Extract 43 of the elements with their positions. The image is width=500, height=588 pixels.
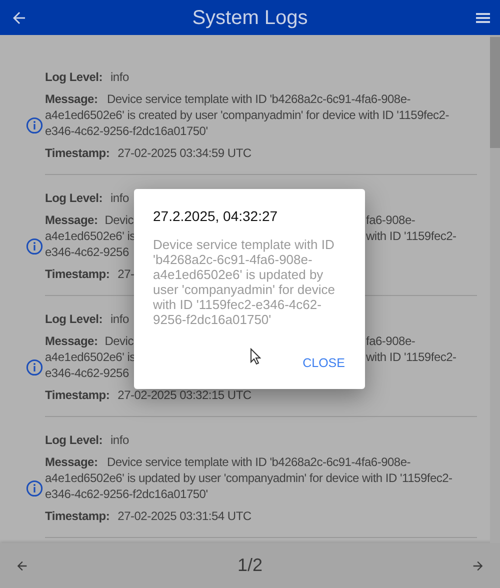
cursor-icon — [250, 348, 261, 365]
log-level-value: info — [110, 432, 129, 448]
log-level-value: info — [110, 190, 129, 206]
previous-arrow-icon[interactable] — [15, 558, 29, 572]
log-message: with ID '1159fec2- — [366, 228, 456, 244]
timestamp-value: 27- — [118, 266, 134, 282]
log-message: Message: Device service template with ID 'b4268a2c-6c91-4fa6-908e-a4e1ed6502e6' is created by user 'companyadmin' for device with ID '1159fec2-e346-4c62-9256-f2dc16a01750' — [45, 91, 450, 139]
field-label: Timestamp: — [45, 508, 110, 524]
field-label: Log Level: — [45, 311, 103, 327]
log-level-value: info — [110, 311, 129, 327]
log-message: Devic — [104, 212, 134, 228]
field-label: Timestamp: — [45, 387, 110, 403]
log-message: e346-4c62-9256 — [45, 365, 129, 381]
log-message: fa6-908e- — [366, 333, 416, 349]
info-icon[interactable] — [26, 238, 43, 255]
scrollbar-thumb[interactable] — [490, 37, 500, 148]
timestamp-value: 27-02-2025 03:32:15 UTC — [118, 387, 252, 403]
field-label: Timestamp: — [45, 266, 110, 282]
field-label: Log Level: — [45, 190, 103, 206]
timestamp-value: 27-02-2025 03:34:59 UTC — [118, 145, 252, 161]
page-indicator: 1/2 — [237, 554, 263, 577]
dialog-message: Device service template with ID 'b4268a2c-6c91-4fa6-908e-a4e1ed6502e6' is updated by user 'companyadmin' for device with ID '1159fec2-e346-4c62-9256-f2dc16a01750' — [153, 237, 336, 327]
dialog-title: 27.2.2025, 04:32:27 — [153, 208, 279, 225]
scrollbar-track[interactable] — [490, 35, 500, 543]
info-icon[interactable] — [26, 117, 43, 134]
info-icon[interactable] — [26, 359, 43, 376]
timestamp-value: 27-02-2025 03:31:54 UTC — [118, 508, 252, 524]
log-level-value: info — [110, 69, 129, 85]
log-message: with ID '1159fec2- — [366, 349, 456, 365]
log-message: Devic — [104, 333, 134, 349]
log-message: fa6-908e- — [366, 212, 416, 228]
field-label: Log Level: — [45, 432, 103, 448]
log-message: Message: Device service template with ID 'b4268a2c-6c91-4fa6-908e-a4e1ed6502e6' is updated by user 'companyadmin' for device with ID '1159fec2-e346-4c62-9256-f2dc16a01750' — [45, 454, 454, 502]
info-icon[interactable] — [26, 480, 43, 497]
next-arrow-icon[interactable] — [471, 558, 485, 572]
field-label: Message: — [45, 212, 98, 228]
close-button[interactable]: CLOSE — [298, 352, 349, 375]
menu-icon[interactable] — [476, 12, 490, 24]
page-title: System Logs — [192, 6, 308, 28]
field-label: Timestamp: — [45, 145, 110, 161]
log-message: e346-4c62-9256 — [45, 244, 129, 260]
field-label: Log Level: — [45, 69, 103, 85]
field-label: Message: — [45, 333, 98, 349]
